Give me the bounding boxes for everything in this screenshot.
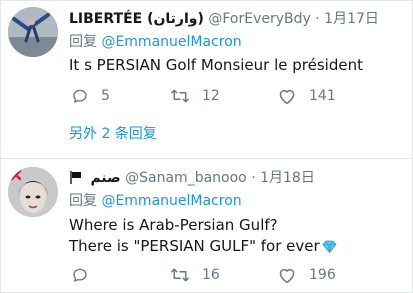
tweet-header: صنم @Sanam_banooo · 1月18日 — [69, 169, 315, 189]
display-name[interactable]: صنم — [90, 170, 120, 186]
tweet[interactable]: LIBERTÉE (وارتان) @ForEveryBdy · 1月17日 回… — [0, 0, 413, 158]
reply-context: 回复 @EmmanuelMacron — [69, 33, 242, 51]
black-flag-icon — [69, 170, 83, 189]
like-button[interactable]: 141 — [277, 84, 336, 108]
display-name[interactable]: LIBERTÉE (وارتان) — [69, 11, 204, 27]
reply-context: 回复 @EmmanuelMacron — [69, 192, 242, 210]
retweet-arrows-icon — [170, 87, 190, 105]
like-count: 141 — [309, 88, 336, 104]
tweet[interactable]: صنم @Sanam_banooo · 1月18日 回复 @EmmanuelMa… — [0, 159, 413, 293]
like-button[interactable]: 196 — [277, 263, 336, 287]
reply-button[interactable] — [71, 263, 89, 287]
tweet-text: Where is Arab-Persian Gulf? There is "PE… — [69, 215, 337, 259]
gem-icon — [322, 238, 337, 259]
user-handle[interactable]: @Sanam_banooo — [125, 170, 247, 186]
like-count: 196 — [309, 267, 336, 283]
reply-mention-link[interactable]: @EmmanuelMacron — [101, 34, 241, 50]
tweet-text-line: Where is Arab-Persian Gulf? — [69, 216, 278, 234]
avatar[interactable] — [8, 7, 58, 57]
speech-bubble-icon — [71, 266, 89, 284]
retweet-count: 16 — [202, 267, 220, 283]
retweet-count: 12 — [202, 88, 220, 104]
reply-count: 5 — [101, 88, 110, 104]
heart-icon — [277, 266, 297, 284]
speech-bubble-icon — [71, 87, 89, 105]
tweet-actions: 16 196 — [69, 263, 409, 287]
avatar[interactable] — [8, 167, 58, 217]
retweet-button[interactable]: 12 — [170, 84, 220, 108]
tweet-header: LIBERTÉE (وارتان) @ForEveryBdy · 1月17日 — [69, 10, 379, 28]
show-more-replies-link[interactable]: 另外 2 条回复 — [69, 125, 157, 143]
reply-mention-link[interactable]: @EmmanuelMacron — [101, 193, 241, 209]
tweet-date[interactable]: 1月18日 — [260, 170, 315, 186]
retweet-button[interactable]: 16 — [170, 263, 220, 287]
user-handle[interactable]: @ForEveryBdy — [208, 11, 310, 27]
tweet-actions: 5 12 141 — [69, 84, 409, 108]
reply-prefix: 回复 — [69, 34, 97, 50]
separator-dot: · — [315, 11, 320, 27]
tweet-text-line-with-emoji: There is "PERSIAN GULF" for ever — [69, 236, 337, 259]
tweet-date[interactable]: 1月17日 — [324, 11, 379, 27]
reply-prefix: 回复 — [69, 193, 97, 209]
tweet-text-line: There is "PERSIAN GULF" for ever — [69, 237, 320, 255]
tweet-text-line: It s PERSIAN Golf Monsieur le président — [69, 56, 363, 74]
reply-button[interactable]: 5 — [71, 84, 110, 108]
retweet-arrows-icon — [170, 266, 190, 284]
separator-dot: · — [251, 170, 256, 186]
tweet-text: It s PERSIAN Golf Monsieur le président — [69, 55, 363, 76]
heart-icon — [277, 87, 297, 105]
